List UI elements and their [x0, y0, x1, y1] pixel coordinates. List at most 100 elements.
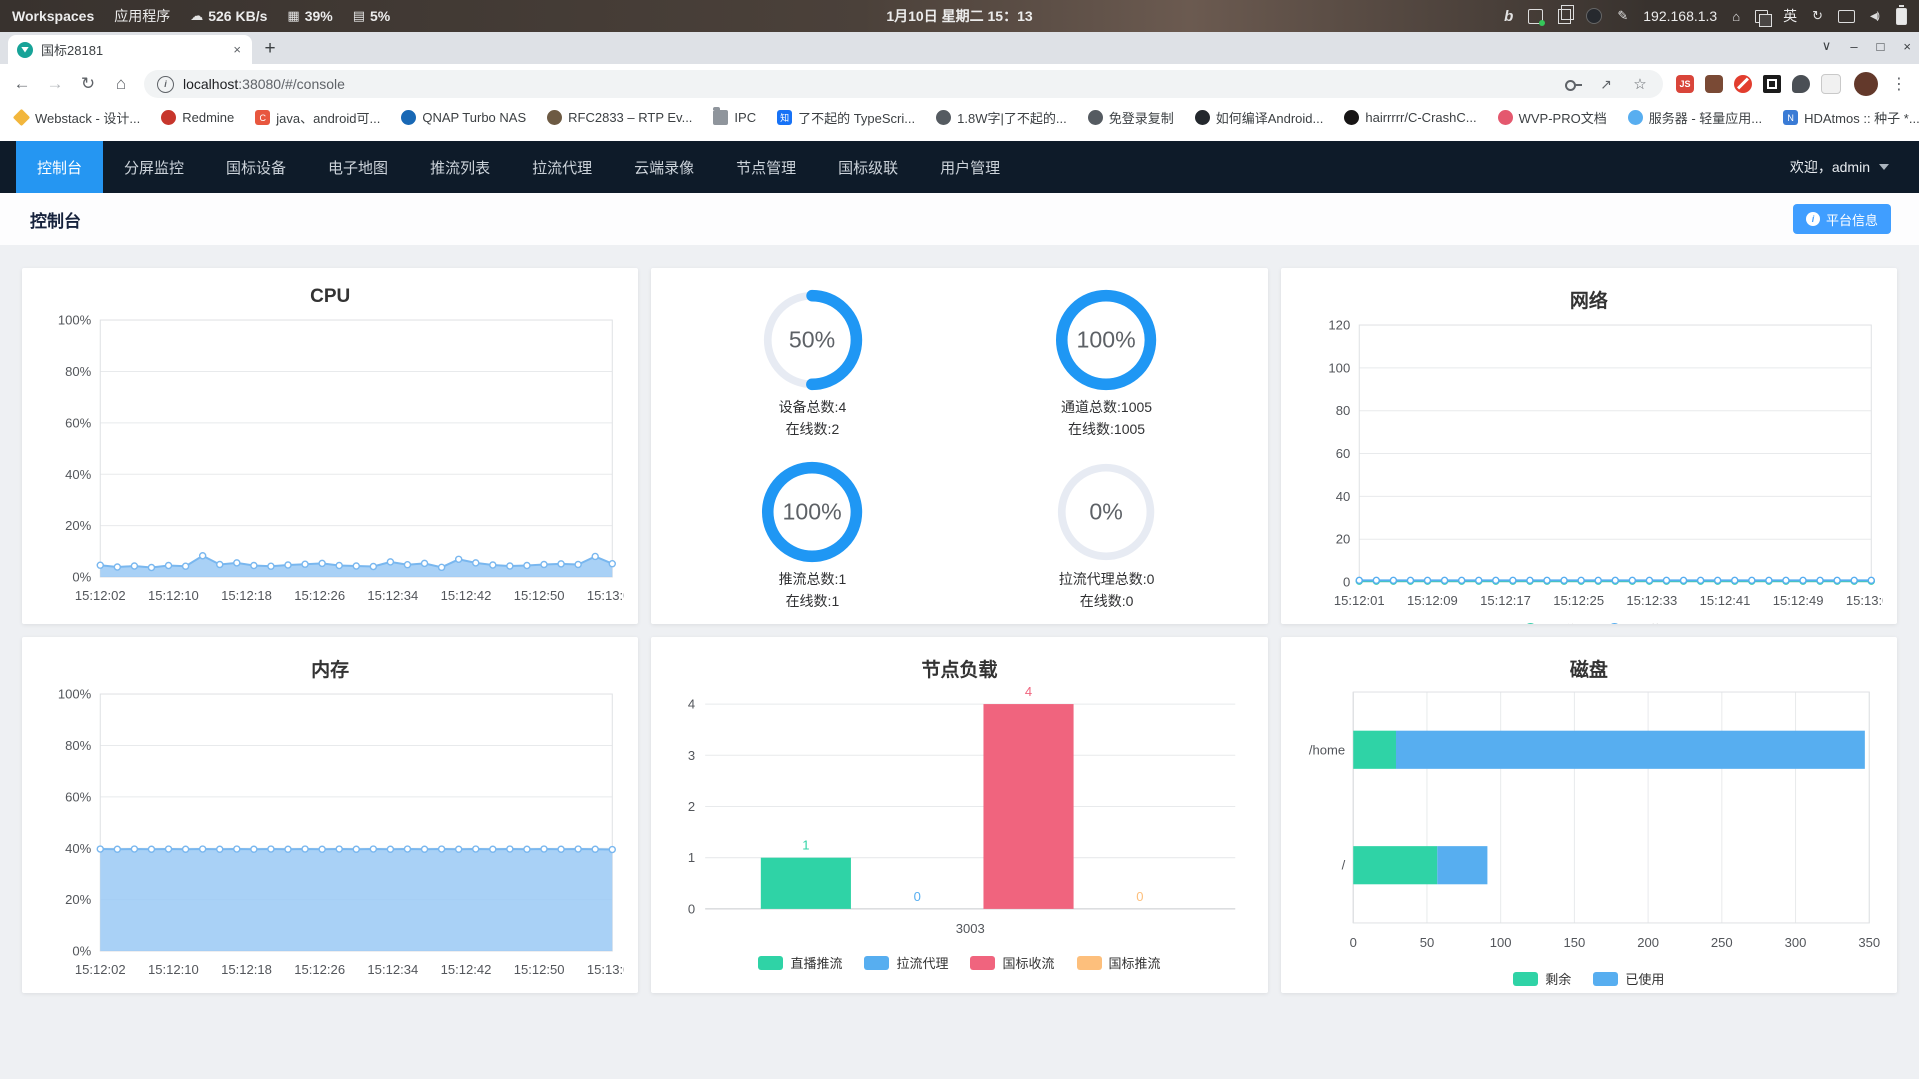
taskbar-left: Workspaces 应用程序 ☁ 526 KB/s ▦ 39% ▤ 5% — [12, 6, 886, 26]
bookmark-item[interactable]: Webstack - 设计... — [12, 108, 141, 127]
input-method-indicator[interactable]: 英 — [1783, 6, 1797, 26]
csdn-icon: C — [255, 110, 271, 125]
maximize-button[interactable]: □ — [1877, 39, 1885, 54]
pinned-extension-icon[interactable] — [1792, 75, 1810, 93]
minimize-button[interactable]: – — [1850, 39, 1857, 54]
gauge-labels: 通道总数:1005 在线数:1005 — [1061, 397, 1152, 440]
bookmark-item[interactable]: RFC2833 – RTP Ev... — [547, 110, 692, 125]
legend-item[interactable]: 拉流代理 — [864, 953, 948, 972]
bookmark-item[interactable]: 1.8W字|了不起的... — [936, 108, 1067, 127]
webstack-icon — [12, 108, 31, 127]
volume-icon[interactable]: ◀) — [1870, 11, 1880, 22]
screenshot-window-icon[interactable] — [1528, 8, 1546, 26]
nav-item-1[interactable]: 分屏监控 — [103, 141, 205, 193]
browser-toolbar: ← → ↻ ⌂ i localhost:38080/#/console ↗ ☆ … — [0, 64, 1919, 104]
nav-item-3[interactable]: 电子地图 — [307, 141, 409, 193]
disk-chart: 0 50 100 150 200 250 300 350/home / 剩余 已使用 — [1295, 684, 1883, 988]
site-info-icon[interactable]: i — [157, 75, 174, 93]
legend-item[interactable]: 直播推流 — [758, 953, 842, 972]
clipboard-icon[interactable] — [1558, 4, 1575, 24]
svg-text:3: 3 — [688, 748, 695, 763]
legend-label: 拉流代理 — [896, 956, 949, 972]
blocker-extension-icon[interactable] — [1734, 75, 1752, 93]
svg-text:100: 100 — [1489, 935, 1511, 950]
browser-home-icon[interactable]: ⌂ — [111, 74, 131, 94]
workspaces-button[interactable]: Workspaces — [12, 8, 94, 24]
bookmark-item[interactable]: QNAP Turbo NAS — [401, 110, 526, 125]
bookmark-item[interactable]: hairrrrr/C-CrashC... — [1344, 110, 1477, 125]
back-icon[interactable]: ← — [12, 74, 32, 94]
windows-icon[interactable] — [1755, 9, 1773, 27]
bookmark-item[interactable]: IPC — [713, 107, 757, 125]
legend-item[interactable]: 上传 — [1516, 620, 1578, 624]
browser-menu-icon[interactable]: ⋮ — [1891, 74, 1907, 94]
share-icon[interactable]: ↗ — [1596, 76, 1616, 93]
new-tab-button[interactable]: + — [256, 35, 284, 63]
bookmark-label: IPC — [734, 110, 757, 125]
user-menu[interactable]: 欢迎，admin — [1790, 141, 1919, 193]
legend-item[interactable]: 已使用 — [1593, 969, 1664, 988]
home-icon[interactable]: ⌂ — [1732, 9, 1740, 24]
display-icon[interactable] — [1837, 9, 1855, 23]
js-extension-icon[interactable]: JS — [1676, 75, 1694, 93]
clock-indicator[interactable]: 1月10日 星期二 15：13 — [886, 6, 1032, 26]
svg-text:80%: 80% — [65, 738, 92, 753]
bookmark-item[interactable]: Cjava、android可... — [255, 108, 380, 127]
legend-item[interactable]: 国标收流 — [970, 953, 1055, 972]
nav-item-8[interactable]: 国标级联 — [817, 141, 919, 193]
legend-item[interactable]: 下载 — [1600, 620, 1662, 624]
nav-item-0[interactable]: 控制台 — [16, 141, 104, 193]
forward-icon[interactable]: → — [45, 74, 65, 94]
bookmark-item[interactable]: Redmine — [161, 110, 234, 125]
dark-reader-extension-icon[interactable] — [1763, 75, 1781, 93]
bookmark-item[interactable]: WVP-PRO文档 — [1497, 108, 1607, 127]
applications-button[interactable]: 应用程序 — [114, 6, 170, 26]
bookmark-star-icon[interactable]: ☆ — [1630, 75, 1650, 93]
app-indicator-icon[interactable] — [1586, 8, 1603, 24]
pen-tool-icon[interactable]: ✎ — [1617, 8, 1628, 24]
nav-item-2[interactable]: 国标设备 — [205, 141, 307, 193]
bookmark-item[interactable]: 服务器 - 轻量应用... — [1627, 108, 1762, 127]
legend-item[interactable]: 国标推流 — [1076, 953, 1161, 972]
bookmarks-bar: Webstack - 设计... Redmine Cjava、android可...… — [0, 104, 1919, 131]
browser-tab[interactable]: 国标28181 × — [8, 35, 252, 64]
bookmark-label: Webstack - 设计... — [35, 111, 141, 126]
svg-text:1: 1 — [803, 838, 810, 853]
nav-item-5[interactable]: 拉流代理 — [511, 141, 613, 193]
node-load-chart: 0 1 2 3 4 1 0 4 0 3003 直播推流 拉流代理 国标收流 国标推流 — [665, 684, 1253, 972]
svg-text:15:12:34: 15:12:34 — [367, 962, 418, 977]
bookmark-item[interactable]: 免登录复制 — [1087, 108, 1174, 127]
nav-item-9[interactable]: 用户管理 — [919, 141, 1021, 193]
platform-info-button[interactable]: i 平台信息 — [1792, 204, 1891, 234]
dashboard-content: CPU 0% 20% 40% 60% 80% 100% 15:12:02 15:12:10 15… — [0, 246, 1919, 1015]
close-button[interactable]: × — [1903, 39, 1911, 54]
taskbar-status-area: b ✎ 192.168.1.3 ⌂ 英 ↻ ◀) — [1033, 4, 1908, 27]
proxy-extension-icon[interactable] — [1705, 75, 1723, 93]
disk-chart-title: 磁盘 — [1569, 660, 1608, 681]
bookmark-item[interactable]: 知了不起的 TypeScri... — [777, 108, 915, 127]
profile-avatar[interactable] — [1854, 72, 1878, 96]
rotate-icon[interactable]: ↻ — [1812, 8, 1823, 24]
nav-item-7[interactable]: 节点管理 — [715, 141, 817, 193]
address-bar[interactable]: i localhost:38080/#/console ↗ ☆ — [144, 70, 1663, 98]
legend-label: 上传 — [1552, 620, 1578, 624]
notes-extension-icon[interactable] — [1821, 74, 1841, 94]
ip-address[interactable]: 192.168.1.3 — [1643, 8, 1717, 24]
nav-item-6[interactable]: 云端录像 — [613, 141, 715, 193]
password-key-icon[interactable] — [1565, 79, 1582, 91]
cloud-download-icon: ☁ — [190, 8, 204, 23]
legend-item[interactable]: 剩余 — [1513, 969, 1571, 988]
page-header: 控制台 i 平台信息 — [0, 193, 1919, 246]
globe-icon — [1087, 110, 1103, 125]
search-icon[interactable]: b — [1504, 8, 1513, 25]
bookmark-item[interactable]: 如何编译Android... — [1194, 108, 1323, 127]
svg-text:80: 80 — [1335, 403, 1350, 418]
bookmark-item[interactable]: N HDAtmos :: 种子 *... — [1783, 108, 1919, 127]
svg-text:15:12:10: 15:12:10 — [148, 962, 199, 977]
battery-icon[interactable] — [1896, 4, 1908, 25]
legend-label: 已使用 — [1625, 972, 1665, 988]
tab-close-icon[interactable]: × — [231, 42, 243, 57]
reload-icon[interactable]: ↻ — [78, 74, 98, 94]
tab-search-button[interactable]: ∨ — [1822, 38, 1832, 54]
nav-item-4[interactable]: 推流列表 — [409, 141, 511, 193]
